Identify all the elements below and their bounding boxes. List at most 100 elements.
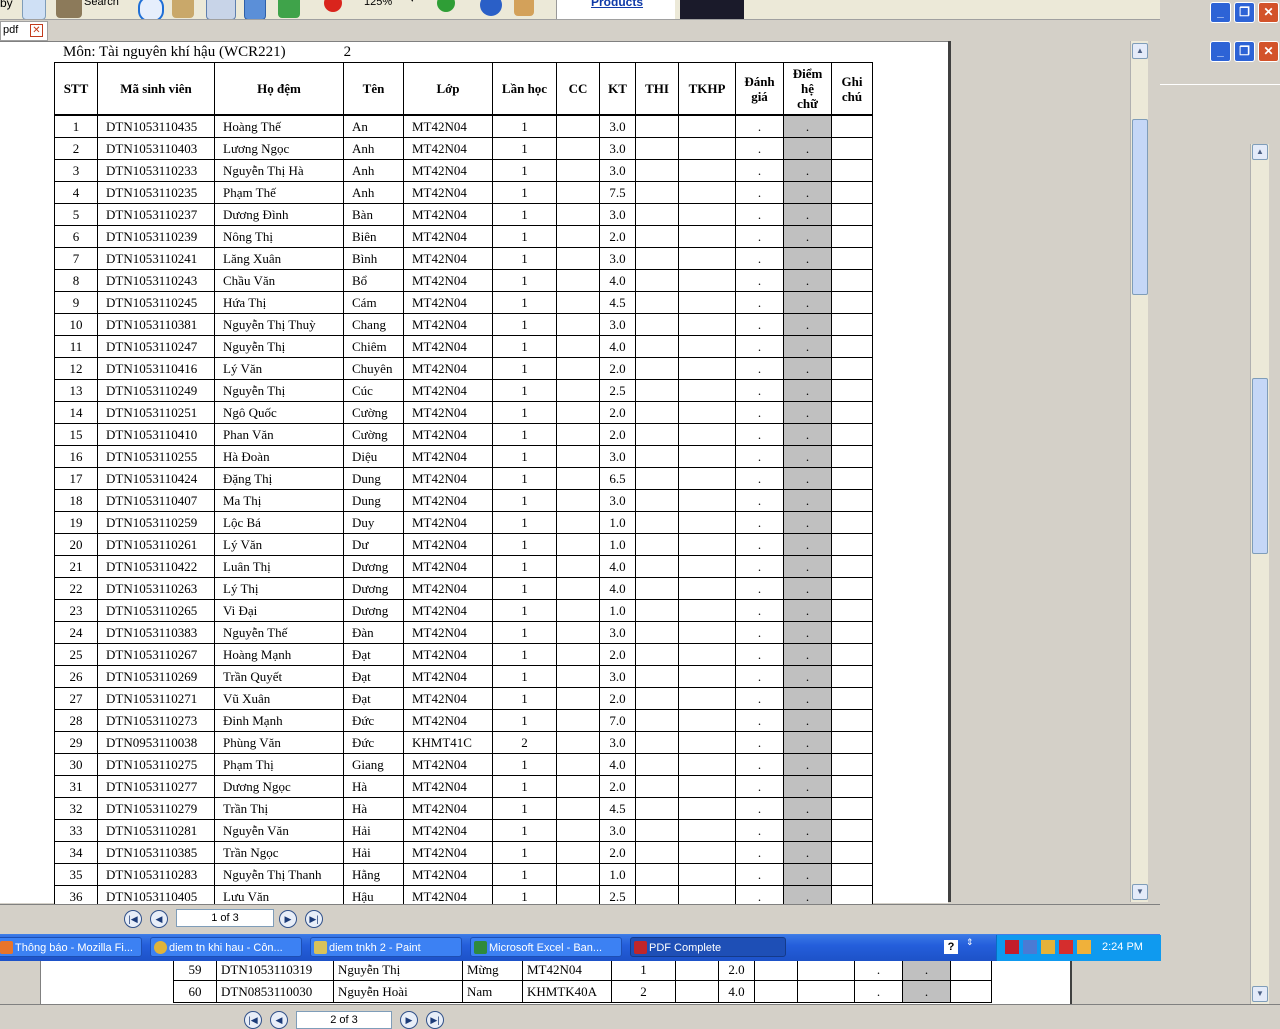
app-tray-icon[interactable]: [1041, 940, 1055, 954]
taskbar: Thông báo - Mozilla Fi... diem tn khi ha…: [0, 934, 1161, 961]
table-row: 4 DTN1053110235 Phạm Thế Anh MT42N04 1 7.5..: [54, 181, 873, 204]
unikey-tray-icon[interactable]: [1077, 940, 1091, 954]
next-page-icon[interactable]: ▶: [279, 910, 297, 928]
cell-cc: [556, 819, 600, 842]
cell-note: [831, 577, 873, 600]
cell-name: Chuyên: [343, 357, 404, 380]
close-window-button[interactable]: ✕: [1258, 2, 1279, 23]
taskbar-item-paint[interactable]: diem tnkh 2 - Paint: [310, 937, 462, 957]
hand-tool-icon[interactable]: [138, 0, 164, 19]
cell-note: [831, 599, 873, 622]
restore-button[interactable]: ❐: [1234, 2, 1255, 23]
header-letter-grade: Điểm hệ chữ: [783, 62, 832, 115]
cell-tkhp: [678, 203, 736, 226]
help-icon[interactable]: [480, 0, 502, 16]
taskbar-item-pdf-complete[interactable]: PDF Complete: [630, 937, 786, 957]
table-row: 11 DTN1053110247 Nguyễn Thị Chiêm MT42N04 1 4.…: [54, 335, 873, 358]
back-next-page-icon[interactable]: ▶: [400, 1011, 418, 1029]
products-link[interactable]: Products: [591, 0, 643, 9]
back-first-page-icon[interactable]: |◀: [244, 1011, 262, 1029]
scroll-down-icon[interactable]: ▼: [1132, 884, 1148, 900]
page-indicator[interactable]: 1 of 3: [176, 909, 274, 927]
search-icon[interactable]: [56, 0, 82, 18]
cell-surname: Nguyễn Thị Thuỳ: [214, 313, 344, 336]
taskbar-item-excel[interactable]: Microsoft Excel - Ban...: [470, 937, 622, 957]
cell-rating: .: [735, 489, 784, 512]
table-row: 14 DTN1053110251 Ngô Quốc Cường MT42N04 1 2.0.…: [54, 401, 873, 424]
zoom-dropdown-icon[interactable]: ▾: [410, 0, 415, 5]
cell-stt: 59: [173, 958, 217, 981]
cell-note: [831, 159, 873, 182]
table-row: 28 DTN1053110273 Đinh Mạnh Đức MT42N04 1 7.0..: [54, 709, 873, 732]
back-scroll-down-icon[interactable]: ▼: [1252, 986, 1268, 1002]
expand-tray-icon[interactable]: ⇕: [966, 938, 974, 947]
table-row: 6 DTN1053110239 Nông Thị Biên MT42N04 1 2.0..: [54, 225, 873, 248]
cell-tkhp: [678, 687, 736, 710]
cell-tkhp: [678, 797, 736, 820]
back-restore-button[interactable]: ❐: [1234, 41, 1255, 62]
last-page-icon[interactable]: ▶|: [305, 910, 323, 928]
rotate-icon[interactable]: [278, 0, 300, 18]
cell-attempt: 1: [492, 181, 557, 204]
cell-attempt: 2: [611, 980, 676, 1003]
cell-attempt: 1: [492, 159, 557, 182]
back-scroll-up-icon[interactable]: ▲: [1252, 144, 1268, 160]
scroll-thumb[interactable]: [1132, 119, 1148, 295]
back-prev-page-icon[interactable]: ◀: [270, 1011, 288, 1029]
select-tool-icon[interactable]: [172, 0, 194, 18]
cell-student-id: DTN1053110273: [97, 709, 215, 732]
back-page-indicator[interactable]: 2 of 3: [296, 1011, 392, 1029]
help-tray-icon[interactable]: ?: [944, 940, 958, 954]
back-minimize-button[interactable]: _: [1210, 41, 1231, 62]
cell-tkhp: [678, 247, 736, 270]
back-vertical-scrollbar[interactable]: ▲ ▼: [1250, 144, 1269, 1004]
cell-surname: Nguyễn Văn: [214, 819, 344, 842]
minimize-button[interactable]: _: [1210, 2, 1231, 23]
taskbar-item-chrome[interactable]: diem tn khi hau - Côn...: [150, 937, 302, 957]
page-icon[interactable]: [244, 0, 266, 19]
user-icon[interactable]: [514, 0, 534, 16]
back-last-page-icon[interactable]: ▶|: [426, 1011, 444, 1029]
search-button[interactable]: Search: [84, 0, 119, 8]
cell-student-id: DTN1053110239: [97, 225, 215, 248]
cell-tkhp: [678, 467, 736, 490]
scroll-up-icon[interactable]: ▲: [1132, 43, 1148, 59]
cell-letter-grade: .: [783, 335, 832, 358]
cell-name: Duy: [343, 511, 404, 534]
print-preview-icon[interactable]: [22, 0, 46, 19]
cell-thi: [635, 445, 679, 468]
taskbar-item-firefox[interactable]: Thông báo - Mozilla Fi...: [0, 937, 142, 957]
back-scroll-thumb[interactable]: [1252, 378, 1268, 554]
cell-student-id: DTN1053110381: [97, 313, 215, 336]
cell-rating: .: [735, 335, 784, 358]
back-close-button[interactable]: ✕: [1258, 41, 1279, 62]
prev-page-icon[interactable]: ◀: [150, 910, 168, 928]
cell-cc: [556, 379, 600, 402]
clock: 2:24 PM: [1102, 941, 1143, 953]
table-row: 7 DTN1053110241 Lăng Xuân Bình MT42N04 1 3.0..: [54, 247, 873, 270]
cell-thi: [754, 980, 798, 1003]
taskbar-item-label: diem tnkh 2 - Paint: [329, 942, 421, 954]
zoom-level-field[interactable]: 125%: [364, 0, 392, 8]
cell-rating: .: [735, 401, 784, 424]
zoom-out-icon[interactable]: [324, 0, 342, 12]
cell-class: MT42N04: [403, 203, 493, 226]
document-tab[interactable]: pdf ✕: [0, 21, 48, 41]
cell-stt: 28: [54, 709, 98, 732]
cell-attempt: 1: [492, 841, 557, 864]
zoom-tool-icon[interactable]: [206, 0, 236, 19]
k-tray-icon[interactable]: [1059, 940, 1073, 954]
close-tab-icon[interactable]: ✕: [30, 24, 43, 37]
cell-note: [831, 225, 873, 248]
cell-stt: 9: [54, 291, 98, 314]
cell-cc: [675, 958, 719, 981]
cell-note: [831, 797, 873, 820]
network-tray-icon[interactable]: [1023, 940, 1037, 954]
cell-stt: 24: [54, 621, 98, 644]
antivirus-tray-icon[interactable]: [1005, 940, 1019, 954]
table-row: 3 DTN1053110233 Nguyễn Thị Hà Anh MT42N04 1 3.…: [54, 159, 873, 182]
cell-rating: .: [735, 313, 784, 336]
first-page-icon[interactable]: |◀: [124, 910, 142, 928]
vertical-scrollbar[interactable]: ▲ ▼: [1130, 41, 1148, 902]
zoom-in-icon[interactable]: [437, 0, 455, 12]
